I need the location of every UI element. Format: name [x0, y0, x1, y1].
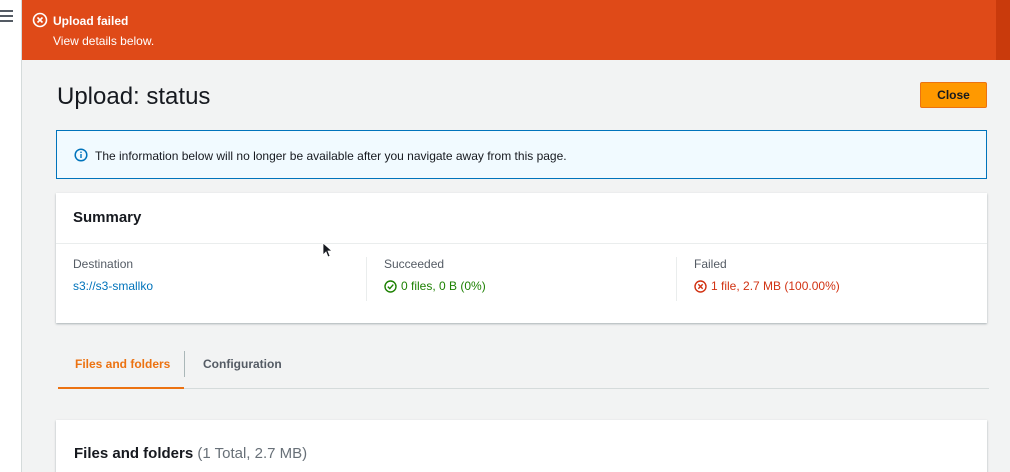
- error-circle-icon: [32, 12, 48, 28]
- info-icon: [74, 148, 88, 162]
- succeeded-value: 0 files, 0 B (0%): [401, 279, 486, 293]
- info-alert-text: The information below will no longer be …: [95, 149, 567, 163]
- flash-edge: [996, 0, 1010, 60]
- failed-label: Failed: [694, 257, 727, 271]
- summary-divider: [56, 243, 987, 244]
- files-panel-title: Files and folders: [74, 445, 194, 462]
- succeeded-column: Succeeded 0 files, 0 B (0%): [384, 257, 486, 293]
- tab-files-and-folders[interactable]: Files and folders: [58, 347, 184, 389]
- summary-panel: Summary Destination s3://s3-smallko Succ…: [56, 193, 987, 323]
- mouse-pointer-icon: [322, 242, 332, 258]
- tab-bar: Files and folders Configuration: [58, 347, 989, 389]
- destination-label: Destination: [73, 257, 134, 271]
- failed-column: Failed 1 file, 2.7 MB (100.00%): [694, 257, 840, 293]
- flash-description: View details below.: [53, 34, 155, 48]
- column-divider: [676, 257, 677, 301]
- info-alert: The information below will no longer be …: [56, 130, 987, 179]
- destination-link[interactable]: s3://s3-smallko: [73, 279, 153, 293]
- column-divider: [366, 257, 367, 301]
- files-and-folders-panel: Files and folders (1 Total, 2.7 MB): [56, 420, 987, 472]
- page-title: Upload: status: [57, 83, 211, 110]
- failed-value: 1 file, 2.7 MB (100.00%): [711, 279, 840, 293]
- destination-column: Destination s3://s3-smallko: [73, 257, 153, 293]
- tab-configuration[interactable]: Configuration: [203, 347, 282, 389]
- summary-header: Summary: [73, 209, 142, 226]
- files-panel-count: (1 Total, 2.7 MB): [197, 445, 308, 462]
- close-button[interactable]: Close: [920, 82, 987, 108]
- tab-divider: [184, 351, 185, 377]
- main-content: Upload: status Close The information bel…: [22, 60, 1010, 472]
- files-panel-header: Files and folders (1 Total, 2.7 MB): [74, 445, 307, 462]
- flash-title: Upload failed: [53, 14, 129, 28]
- menu-icon[interactable]: [0, 10, 13, 22]
- flash-error-banner: Upload failed View details below.: [22, 0, 1010, 60]
- success-check-icon: [384, 279, 397, 293]
- error-x-icon: [694, 279, 707, 293]
- side-nav-collapsed: [0, 0, 22, 472]
- succeeded-label: Succeeded: [384, 257, 445, 271]
